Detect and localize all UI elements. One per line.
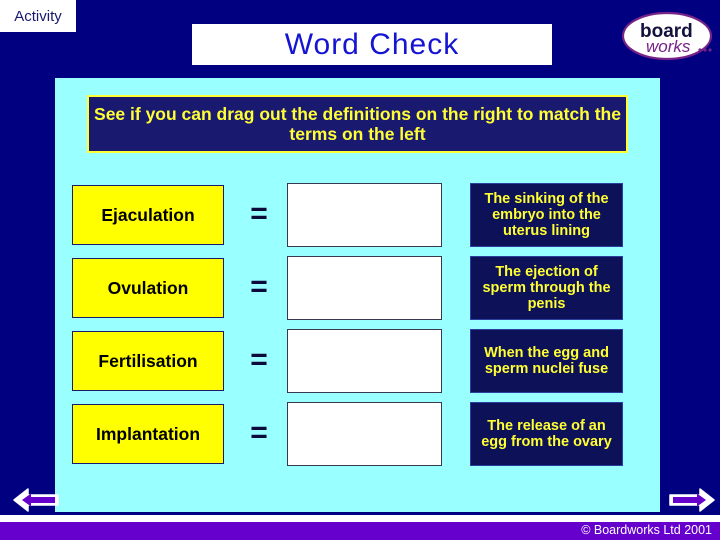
- activity-tab-label: Activity: [14, 7, 62, 25]
- instruction-banner: See if you can drag out the definitions …: [87, 95, 628, 153]
- match-row: Fertilisation = When the egg and sperm n…: [55, 329, 660, 393]
- equals-sign: =: [250, 270, 268, 303]
- svg-text:works: works: [646, 37, 691, 56]
- answer-drop-target[interactable]: [287, 402, 442, 466]
- definition-card[interactable]: When the egg and sperm nuclei fuse: [470, 329, 623, 393]
- next-slide-button[interactable]: [668, 486, 716, 514]
- activity-tab[interactable]: Activity: [0, 0, 76, 32]
- equals-sign: =: [250, 416, 268, 449]
- match-row: Implantation = The release of an egg fro…: [55, 402, 660, 466]
- previous-slide-button[interactable]: [12, 486, 60, 514]
- term-box[interactable]: Implantation: [72, 404, 224, 464]
- footer-divider: [0, 515, 720, 522]
- term-box[interactable]: Ejaculation: [72, 185, 224, 245]
- definition-card[interactable]: The release of an egg from the ovary: [470, 402, 623, 466]
- activity-panel: See if you can drag out the definitions …: [55, 78, 660, 512]
- instruction-text: See if you can drag out the definitions …: [94, 103, 621, 144]
- answer-drop-target[interactable]: [287, 329, 442, 393]
- copyright-text: © Boardworks Ltd 2001: [581, 523, 712, 537]
- definition-card[interactable]: The sinking of the embryo into the uteru…: [470, 183, 623, 247]
- equals-sign: =: [250, 197, 268, 230]
- term-box[interactable]: Ovulation: [72, 258, 224, 318]
- definition-text: When the egg and sperm nuclei fuse: [484, 344, 609, 377]
- definition-text: The ejection of sperm through the penis: [482, 263, 611, 313]
- boardworks-logo: board works: [620, 10, 714, 62]
- match-row: Ejaculation = The sinking of the embryo …: [55, 183, 660, 247]
- definition-card[interactable]: The ejection of sperm through the penis: [470, 256, 623, 320]
- term-label: Implantation: [95, 423, 201, 444]
- definition-text: The release of an egg from the ovary: [481, 417, 612, 450]
- equals-sign: =: [250, 343, 268, 376]
- answer-drop-target[interactable]: [287, 183, 442, 247]
- footer-bar: © Boardworks Ltd 2001: [0, 522, 720, 540]
- term-box[interactable]: Fertilisation: [72, 331, 224, 391]
- term-label: Fertilisation: [98, 350, 198, 371]
- page-title: Word Check: [284, 27, 460, 61]
- page-title-box: Word Check: [192, 24, 552, 65]
- term-label: Ejaculation: [101, 204, 195, 225]
- match-row: Ovulation = The ejection of sperm throug…: [55, 256, 660, 320]
- definition-text: The sinking of the embryo into the uteru…: [484, 190, 609, 240]
- term-label: Ovulation: [107, 277, 189, 298]
- answer-drop-target[interactable]: [287, 256, 442, 320]
